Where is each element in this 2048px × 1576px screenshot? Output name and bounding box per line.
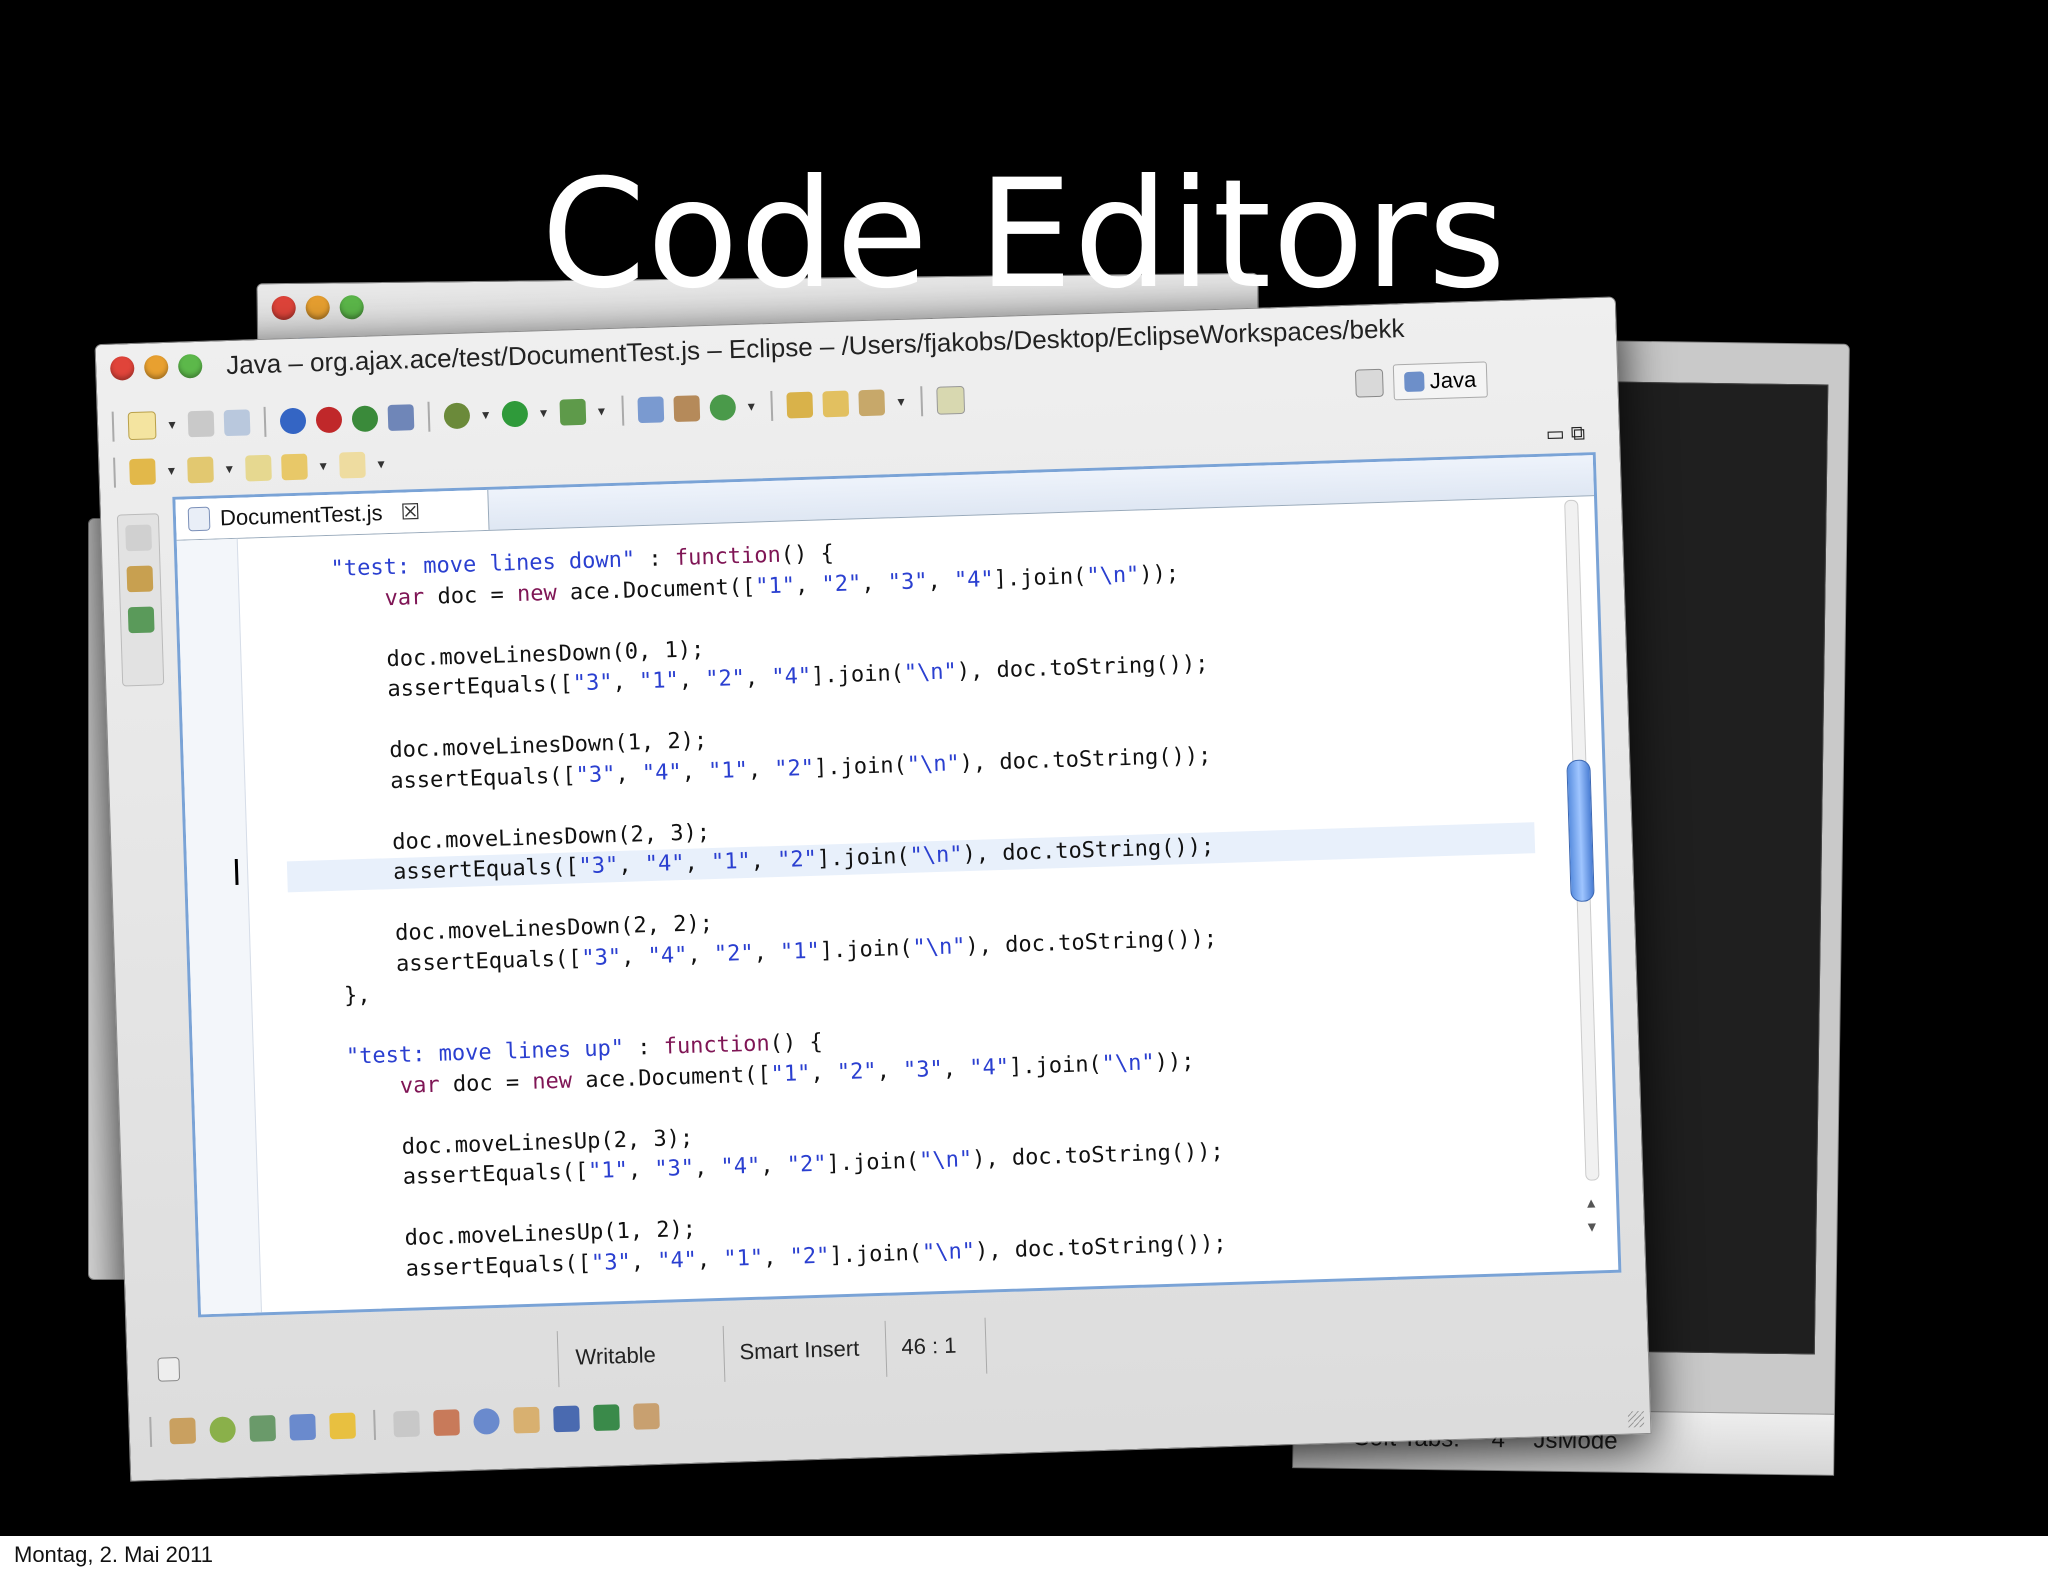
chevron-down-icon[interactable]: ▼ (375, 457, 387, 471)
back-icon[interactable] (280, 453, 308, 481)
forward-icon[interactable] (338, 451, 366, 479)
junit-icon[interactable] (593, 1404, 620, 1432)
scroll-up-arrow-icon[interactable]: ▲ (1584, 1194, 1598, 1210)
last-edit-icon[interactable] (244, 454, 272, 482)
window-controls (109, 353, 203, 381)
chevron-down-icon[interactable]: ▼ (317, 459, 329, 473)
chevron-down-icon[interactable]: ▼ (166, 418, 178, 432)
chevron-down-icon[interactable]: ▼ (745, 399, 757, 413)
fast-view-icon[interactable] (157, 1357, 181, 1382)
external-tool-icon[interactable] (559, 398, 586, 426)
toolbar-separator (770, 390, 774, 421)
perspective-label: Java (1429, 366, 1477, 394)
status-separator (722, 1325, 726, 1382)
bottom-view-toolbar (145, 1394, 660, 1454)
tab-document-test[interactable]: DocumentTest.js ☒ (175, 489, 490, 540)
chevron-down-icon[interactable]: ▼ (595, 404, 607, 418)
java-perspective-button[interactable]: Java (1392, 361, 1488, 401)
debug-icon[interactable] (443, 402, 471, 430)
status-cursor-position: 46 : 1 (901, 1332, 957, 1360)
next-annotation-icon[interactable] (129, 458, 156, 486)
toolbar-separator (427, 401, 431, 432)
rocket-icon[interactable] (633, 1402, 660, 1430)
toolbar-separator (920, 386, 924, 417)
footer-date: Montag, 2. Mai 2011 (14, 1542, 213, 1567)
line-ruler[interactable] (176, 538, 262, 1315)
slide: app.js — coff coffeepreview d Soft Tabs:… (0, 0, 2048, 1536)
main-toolbar: ▼ ▼ ▼ ▼ ▼ ▼ (108, 382, 966, 445)
view-minmax-controls[interactable]: ▭⧉ (1545, 420, 1592, 446)
toolbar-separator (113, 457, 117, 488)
globe-icon[interactable] (209, 1416, 237, 1444)
open-folder-icon[interactable] (822, 390, 850, 418)
at-icon[interactable] (473, 1408, 500, 1435)
javadoc-icon[interactable] (169, 1417, 197, 1445)
bug-icon[interactable] (351, 405, 379, 433)
print-icon[interactable] (223, 409, 251, 437)
pen-icon[interactable] (858, 389, 886, 417)
chevron-down-icon[interactable]: ▼ (165, 464, 177, 478)
open-perspective-icon[interactable] (1354, 368, 1384, 398)
toolbar-separator (149, 1416, 153, 1447)
highlight-icon[interactable] (936, 385, 966, 415)
new-package-icon[interactable] (672, 395, 700, 423)
js-file-icon (187, 506, 211, 532)
code-editor: DocumentTest.js ☒ "test: move lines down… (172, 452, 1622, 1318)
prev-annotation-icon[interactable] (186, 456, 214, 484)
status-separator (984, 1317, 988, 1374)
status-writable: Writable (575, 1342, 657, 1370)
status-separator (884, 1320, 888, 1377)
minimized-views-bar (116, 513, 165, 687)
status-separator (556, 1331, 560, 1388)
chevron-down-icon[interactable]: ▼ (223, 462, 235, 476)
code-text-area[interactable]: "test: move lines down" : function() { v… (277, 517, 1549, 1311)
hierarchy-icon[interactable] (126, 565, 154, 593)
people-icon[interactable] (289, 1413, 317, 1441)
open-type-icon[interactable] (786, 391, 814, 419)
console-icon[interactable] (393, 1410, 420, 1438)
toolbar-separator (111, 411, 115, 442)
secondary-toolbar: ▼ ▼ ▼ ▼ (109, 446, 388, 491)
vertical-scrollbar[interactable]: ▲ ▼ (1554, 499, 1610, 1261)
toolbar-separator (263, 406, 267, 437)
star-icon[interactable] (329, 1412, 357, 1440)
new-icon[interactable] (127, 411, 157, 441)
grails-icon[interactable] (315, 406, 343, 434)
chevron-down-icon[interactable]: ▼ (480, 408, 492, 422)
ant-icon[interactable] (279, 407, 307, 435)
toolbar-separator (373, 1409, 377, 1440)
slide-title: Code Editors (541, 148, 1507, 322)
perspective-switcher: Java (1354, 361, 1488, 401)
close-button[interactable] (109, 355, 135, 381)
new-project-icon[interactable] (636, 396, 664, 424)
scroll-thumb[interactable] (1566, 759, 1595, 903)
java-perspective-icon (1403, 371, 1425, 393)
outline-icon[interactable] (127, 606, 155, 634)
chevron-down-icon[interactable]: ▼ (537, 406, 549, 420)
declaration-icon[interactable] (433, 1409, 460, 1437)
toolbar-separator (620, 395, 624, 426)
save-icon[interactable] (187, 410, 215, 438)
new-class-icon[interactable] (708, 394, 736, 421)
build-icon[interactable] (387, 404, 415, 431)
zoom-button[interactable] (177, 353, 203, 379)
image-icon[interactable] (249, 1415, 277, 1442)
restore-icon[interactable] (125, 524, 153, 552)
monitor-icon[interactable] (553, 1405, 580, 1433)
chevron-down-icon[interactable]: ▼ (895, 395, 907, 409)
problems-icon[interactable] (513, 1406, 540, 1434)
eclipse-window: Java – org.ajax.ace/test/DocumentTest.js… (94, 296, 1652, 1482)
minimize-button[interactable] (143, 354, 169, 380)
run-icon[interactable] (501, 400, 529, 428)
close-icon[interactable]: ☒ (400, 499, 421, 526)
tab-label: DocumentTest.js (219, 500, 383, 531)
scroll-down-arrow-icon[interactable]: ▼ (1585, 1218, 1599, 1234)
resize-grip-icon[interactable] (1627, 1411, 1645, 1428)
status-insert-mode: Smart Insert (739, 1335, 860, 1365)
